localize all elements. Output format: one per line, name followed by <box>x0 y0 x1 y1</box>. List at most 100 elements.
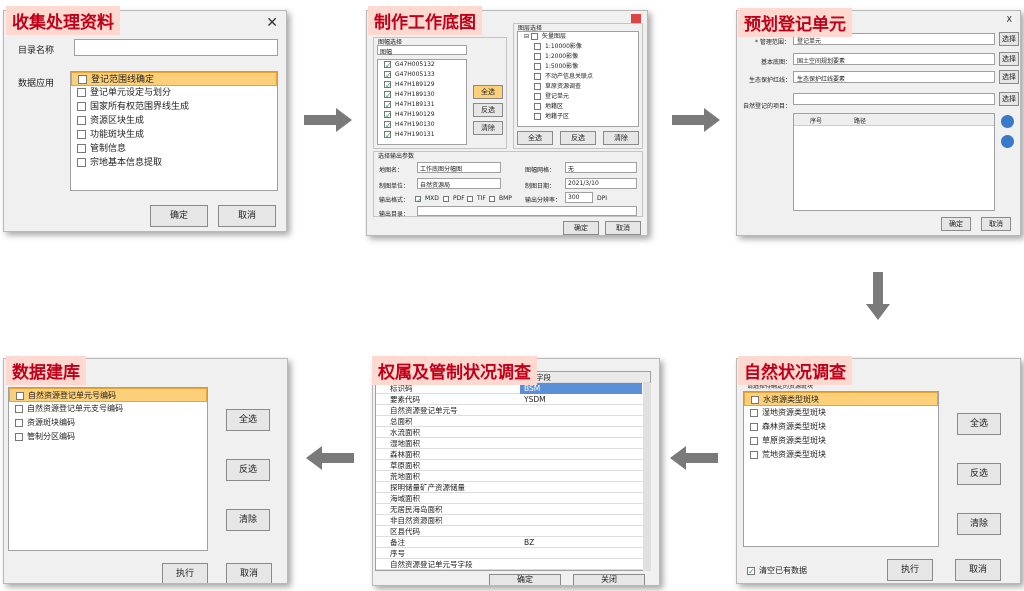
close-icon[interactable]: ✕ <box>266 15 278 31</box>
list-item[interactable]: 自然资源登记单元号编码 <box>9 388 207 402</box>
list-item[interactable]: 国家所有权范围界线生成 <box>71 100 277 114</box>
clear-button[interactable]: 清除 <box>603 131 639 145</box>
table-row[interactable]: 无居民海岛面积 <box>376 504 650 515</box>
clear-existing-checkbox[interactable]: 清空已有数据 <box>747 565 807 576</box>
list-item[interactable]: 宗地基本信息提取 <box>71 156 277 170</box>
ok-button[interactable]: 确定 <box>150 205 208 227</box>
table-row[interactable]: 探明储量矿产资源储量 <box>376 482 650 493</box>
ok-button[interactable]: 确定 <box>489 574 561 585</box>
eco-select[interactable]: 生态保护红线要素 <box>793 71 995 83</box>
invert-button[interactable]: 反选 <box>226 459 270 481</box>
map-name-input[interactable]: 工作底图分幅图 <box>417 162 501 173</box>
select-all-button[interactable]: 全选 <box>957 413 1001 435</box>
list-item[interactable]: H47H190131 <box>378 130 466 140</box>
fmt-bmp[interactable]: BMP <box>489 195 512 202</box>
list-item[interactable]: 水资源类型斑块 <box>744 392 938 406</box>
dir-label: 目录名称 <box>18 46 55 56</box>
list-item[interactable]: H47H189131 <box>378 100 466 110</box>
output-dir-input[interactable] <box>417 206 637 216</box>
add-icon[interactable] <box>1001 115 1014 128</box>
cancel-button[interactable]: 取消 <box>955 559 1001 581</box>
table-row[interactable]: 要素代码 YSDM <box>376 394 650 405</box>
table-row[interactable]: 森林面积 <box>376 449 650 460</box>
list-item[interactable]: H47H190129 <box>378 110 466 120</box>
table-row[interactable]: 序号 <box>376 548 650 559</box>
extra-input[interactable] <box>793 93 995 105</box>
list-item[interactable]: 地籍区 <box>518 102 638 112</box>
date-input[interactable]: 2021/3/10 <box>565 178 637 189</box>
list-item[interactable]: 自然资源登记单元支号编码 <box>9 402 207 416</box>
fmt-pdf[interactable]: PDF <box>443 195 465 202</box>
list-item[interactable]: 登记单元 <box>518 92 638 102</box>
select-button[interactable]: 选择 <box>999 92 1019 106</box>
list-item[interactable]: 1:5000影像 <box>518 62 638 72</box>
table-row[interactable]: 湿地面积 <box>376 438 650 449</box>
table-row[interactable]: 自然资源登记单元号字段 <box>376 559 650 570</box>
list-item[interactable]: 管制分区编码 <box>9 430 207 444</box>
remove-icon[interactable] <box>1001 135 1014 148</box>
checkbox[interactable] <box>78 75 87 84</box>
base-select[interactable]: 国土空间规划要素 <box>793 53 995 65</box>
list-item[interactable]: 荒地资源类型斑块 <box>744 448 938 462</box>
unit-input[interactable]: 自然资源局 <box>417 178 501 189</box>
list-item[interactable]: 草原资源调查 <box>518 82 638 92</box>
list-item[interactable]: 湿地资源类型斑块 <box>744 406 938 420</box>
select-button[interactable]: 选择 <box>999 52 1019 66</box>
grid-select[interactable]: 无 <box>565 162 637 173</box>
list-item[interactable]: G47H005132 <box>378 60 466 70</box>
select-button[interactable]: 选择 <box>999 32 1019 46</box>
clear-button[interactable]: 清除 <box>957 513 1001 535</box>
tufu-select[interactable]: 图幅 <box>377 45 467 56</box>
select-all-button[interactable]: 全选 <box>226 409 270 431</box>
list-item[interactable]: H47H189130 <box>378 90 466 100</box>
dir-input[interactable] <box>74 39 278 56</box>
ok-button[interactable]: 确定 <box>941 217 971 231</box>
list-item[interactable]: 管制信息 <box>71 142 277 156</box>
clear-button[interactable]: 清除 <box>226 509 270 531</box>
dpi-input[interactable]: 300 <box>565 192 593 203</box>
list-item[interactable]: 森林资源类型斑块 <box>744 420 938 434</box>
list-item[interactable]: 功能斑块生成 <box>71 128 277 142</box>
list-item[interactable]: H47H190130 <box>378 120 466 130</box>
invert-button[interactable]: 反选 <box>957 463 1001 485</box>
list-item[interactable]: 资源区块生成 <box>71 114 277 128</box>
scrollbar[interactable] <box>643 383 651 571</box>
table-row[interactable]: 自然资源登记单元号 <box>376 405 650 416</box>
list-item[interactable]: 登记范围线确定 <box>71 72 277 86</box>
list-item[interactable]: G47H005133 <box>378 70 466 80</box>
list-item[interactable]: 1:10000影像 <box>518 42 638 52</box>
close-button[interactable]: 关闭 <box>573 574 645 585</box>
table-row[interactable]: 草原面积 <box>376 460 650 471</box>
list-item[interactable]: 草原资源类型斑块 <box>744 434 938 448</box>
list-item[interactable]: ⊟ 矢量图层 <box>518 32 638 42</box>
list-item[interactable]: H47H189129 <box>378 80 466 90</box>
select-all-button[interactable]: 全选 <box>517 131 553 145</box>
table-row[interactable]: 非自然资源面积 <box>376 515 650 526</box>
invert-button[interactable]: 反选 <box>473 103 503 117</box>
select-all-button[interactable]: 全选 <box>473 85 503 99</box>
cancel-button[interactable]: 取消 <box>981 217 1011 231</box>
cancel-button[interactable]: 取消 <box>605 221 641 235</box>
select-button[interactable]: 选择 <box>999 70 1019 84</box>
table-row[interactable]: 备注 BZ <box>376 537 650 548</box>
list-item[interactable]: 地籍子区 <box>518 112 638 122</box>
cancel-button[interactable]: 取消 <box>226 563 272 583</box>
list-item[interactable]: 1:2000影像 <box>518 52 638 62</box>
table-row[interactable]: 总面积 <box>376 416 650 427</box>
run-button[interactable]: 执行 <box>887 559 933 581</box>
list-item[interactable]: 不动产信息关联点 <box>518 72 638 82</box>
invert-button[interactable]: 反选 <box>560 131 596 145</box>
table-row[interactable]: 区县代码 <box>376 526 650 537</box>
clear-button[interactable]: 清除 <box>473 121 503 135</box>
table-row[interactable]: 荒地面积 <box>376 471 650 482</box>
fmt-mxd[interactable]: MXD <box>415 195 439 202</box>
table-row[interactable]: 海域面积 <box>376 493 650 504</box>
ok-button[interactable]: 确定 <box>563 221 599 235</box>
list-item[interactable]: 资源斑块编码 <box>9 416 207 430</box>
table-row[interactable]: 水流面积 <box>376 427 650 438</box>
fmt-tif[interactable]: TIF <box>467 195 486 202</box>
cancel-button[interactable]: 取消 <box>218 205 276 227</box>
close-icon[interactable]: X <box>1007 15 1012 24</box>
list-item[interactable]: 登记单元设定与划分 <box>71 86 277 100</box>
run-button[interactable]: 执行 <box>162 563 208 583</box>
